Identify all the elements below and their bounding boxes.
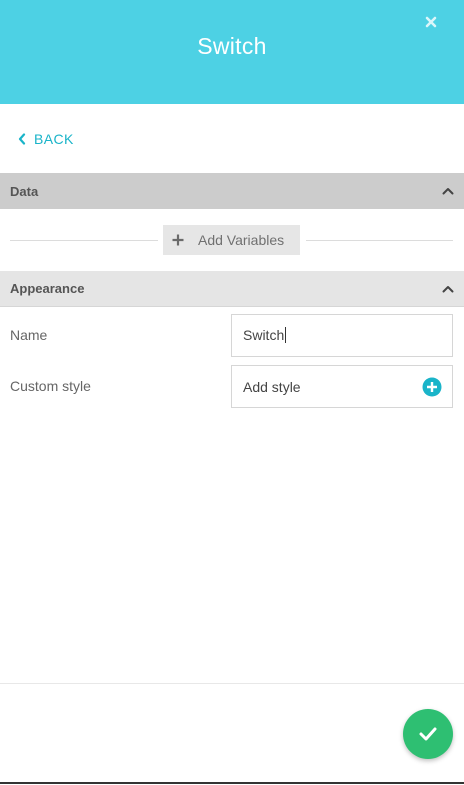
data-section-title: Data — [10, 183, 39, 199]
data-section-header[interactable]: Data — [0, 173, 464, 209]
panel-title: Switch — [197, 33, 267, 59]
chevron-left-icon — [18, 133, 26, 145]
text-caret — [285, 327, 287, 343]
divider-left — [10, 240, 158, 241]
bottom-edge — [0, 782, 464, 784]
add-style-placeholder: Add style — [243, 378, 301, 395]
add-variables-label: Add Variables — [198, 232, 285, 248]
panel-header: Switch — [0, 0, 464, 104]
confirm-button[interactable] — [403, 709, 453, 759]
back-button[interactable]: BACK — [18, 129, 74, 149]
add-variables-button[interactable]: Add Variables — [163, 225, 300, 255]
name-value-text: Switch — [243, 327, 285, 343]
add-style-field[interactable]: Add style — [231, 365, 453, 408]
chevron-up-icon — [442, 188, 454, 195]
appearance-section-header[interactable]: Appearance — [0, 271, 464, 307]
name-label: Name — [10, 327, 48, 343]
plus-icon — [172, 234, 184, 246]
close-icon — [425, 16, 437, 28]
add-circle-icon[interactable] — [422, 377, 442, 397]
custom-style-label: Custom style — [10, 378, 91, 394]
checkmark-icon — [419, 727, 437, 741]
close-button[interactable] — [421, 12, 441, 32]
appearance-section-title: Appearance — [10, 281, 85, 296]
footer-divider — [0, 683, 464, 684]
back-label: BACK — [34, 131, 74, 147]
name-input-value: Switch — [243, 327, 287, 343]
divider-right — [306, 240, 453, 241]
switch-settings-panel: Switch BACK Data Add Variables Appearanc… — [0, 0, 464, 785]
chevron-up-icon — [442, 285, 454, 292]
